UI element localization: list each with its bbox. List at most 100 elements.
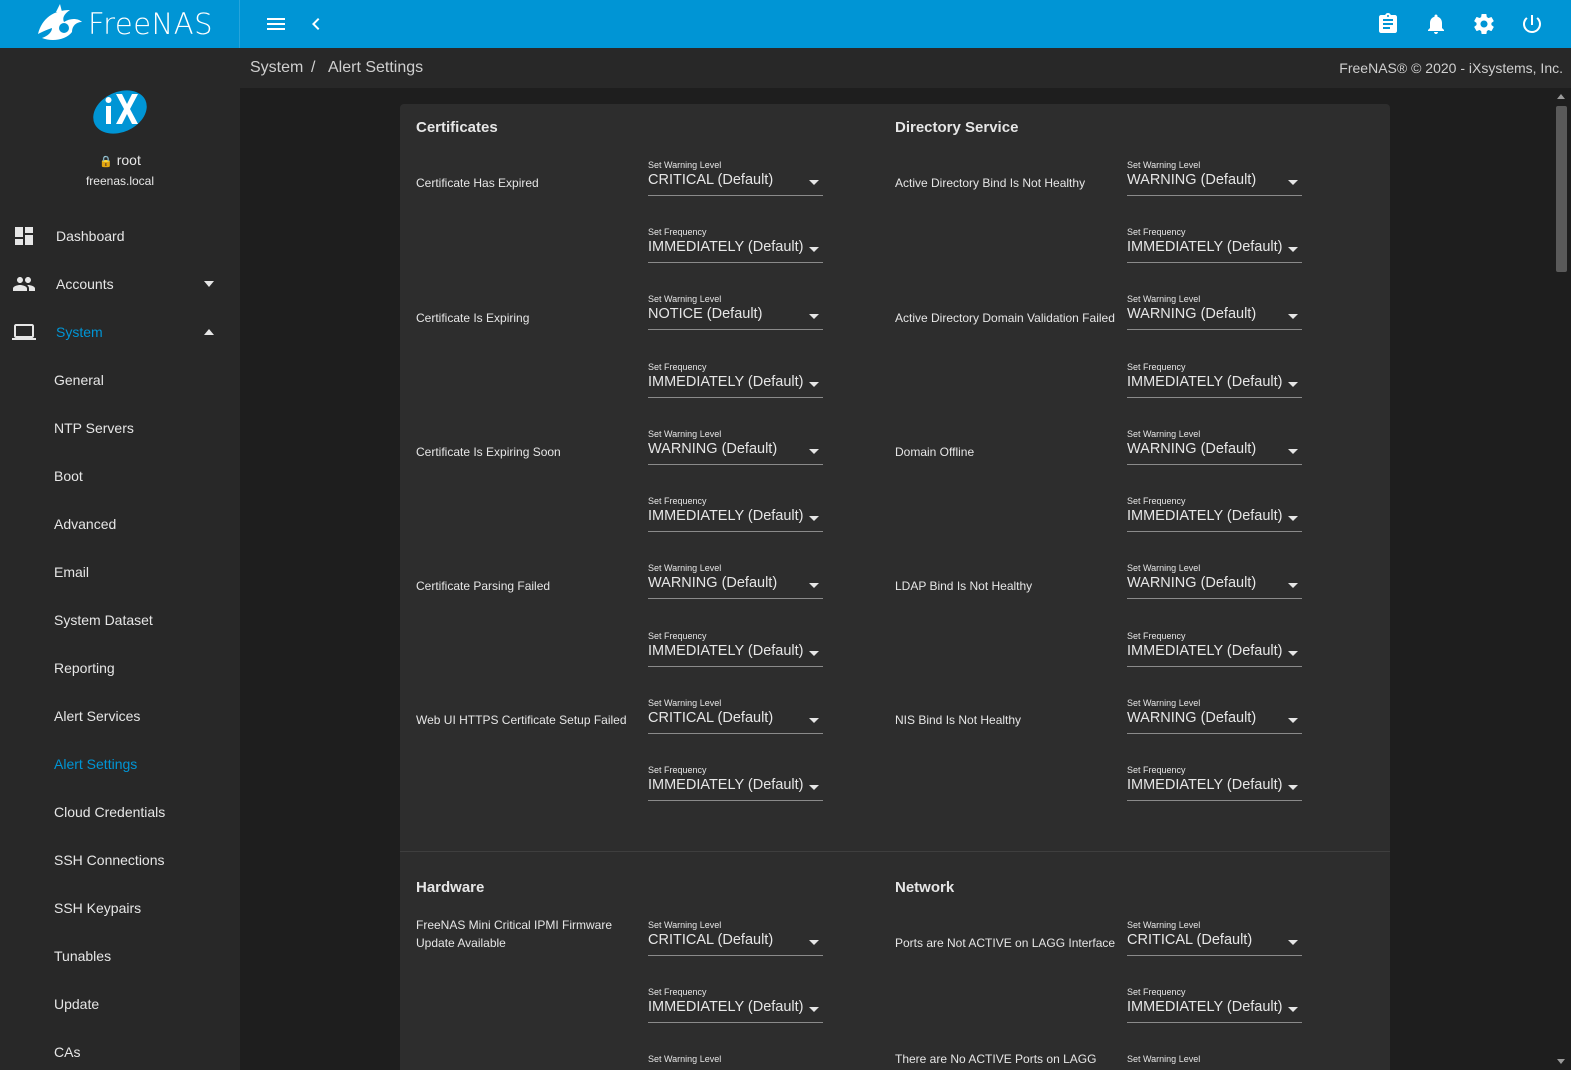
warning-level-select[interactable]: Set Warning Level WARNING (Default) xyxy=(1127,429,1302,469)
field-label: Set Frequency xyxy=(1127,362,1186,372)
warning-level-select[interactable]: Set Warning Level WARNING (Default) xyxy=(1127,698,1302,738)
dropdown-arrow-icon xyxy=(1288,651,1298,656)
field-label: Set Frequency xyxy=(1127,496,1186,506)
frequency-select[interactable]: Set Frequency IMMEDIATELY (Default) xyxy=(1127,227,1302,267)
dropdown-arrow-icon xyxy=(809,583,819,588)
field-value: IMMEDIATELY (Default) xyxy=(1127,508,1283,524)
field-underline xyxy=(1127,195,1302,196)
field-value: CRITICAL (Default) xyxy=(648,932,774,948)
dropdown-arrow-icon xyxy=(1288,449,1298,454)
field-value: IMMEDIATELY (Default) xyxy=(1127,239,1283,255)
field-underline xyxy=(1127,598,1302,599)
section-title-certificates: Certificates xyxy=(416,119,498,136)
field-label: Set Warning Level xyxy=(648,920,722,930)
field-underline xyxy=(1127,800,1302,801)
sidebar-subitem-alert-settings[interactable]: Alert Settings xyxy=(0,740,240,788)
lock-icon: 🔒 xyxy=(99,156,113,168)
brand[interactable]: FreeNAS xyxy=(0,0,240,48)
alert-name: Domain Offline xyxy=(895,445,975,459)
field-label: Set Warning Level xyxy=(648,160,722,170)
profile-username: 🔒 root xyxy=(0,152,240,168)
sidebar-subitem-tunables[interactable]: Tunables xyxy=(0,932,240,980)
task-manager-button[interactable] xyxy=(1376,12,1400,36)
settings-button[interactable] xyxy=(1472,12,1496,36)
dropdown-arrow-icon xyxy=(1288,785,1298,790)
field-value: WARNING (Default) xyxy=(648,575,778,591)
dropdown-arrow-icon xyxy=(1288,940,1298,945)
sidebar-subitem-cloud-credentials[interactable]: Cloud Credentials xyxy=(0,788,240,836)
field-value: WARNING (Default) xyxy=(1127,172,1257,188)
frequency-select[interactable]: Set Frequency IMMEDIATELY (Default) xyxy=(1127,987,1302,1027)
sidebar-subitem-boot[interactable]: Boot xyxy=(0,452,240,500)
field-value: IMMEDIATELY (Default) xyxy=(648,508,804,524)
frequency-select[interactable]: Set Frequency IMMEDIATELY (Default) xyxy=(1127,362,1302,402)
field-underline xyxy=(648,1022,823,1023)
sidebar-item-system[interactable]: System xyxy=(0,308,240,356)
sidebar-subitem-general[interactable]: General xyxy=(0,356,240,404)
section-title-network: Network xyxy=(895,879,955,896)
sidebar-subitem-email[interactable]: Email xyxy=(0,548,240,596)
frequency-select[interactable]: Set Frequency IMMEDIATELY (Default) xyxy=(648,496,823,536)
field-value: WARNING (Default) xyxy=(648,441,778,457)
frequency-select[interactable]: Set Frequency IMMEDIATELY (Default) xyxy=(648,362,823,402)
scroll-up-arrow-icon[interactable] xyxy=(1557,94,1565,99)
field-value: CRITICAL (Default) xyxy=(648,172,774,188)
sidebar-subitem-alert-services[interactable]: Alert Services xyxy=(0,692,240,740)
sidebar-item-accounts[interactable]: Accounts xyxy=(0,260,240,308)
dropdown-arrow-icon xyxy=(1288,583,1298,588)
sidebar-subitem-ssh-keypairs[interactable]: SSH Keypairs xyxy=(0,884,240,932)
sidebar-subitem-ssh-connections[interactable]: SSH Connections xyxy=(0,836,240,884)
alerts-button[interactable] xyxy=(1424,12,1448,36)
field-value: IMMEDIATELY (Default) xyxy=(1127,999,1283,1015)
field-label: Set Frequency xyxy=(648,987,707,997)
bell-icon xyxy=(1428,14,1444,34)
warning-level-select[interactable]: Set Warning Level WARNING (Default) xyxy=(648,563,823,603)
field-underline xyxy=(648,195,823,196)
frequency-select[interactable]: Set Frequency IMMEDIATELY (Default) xyxy=(648,765,823,805)
power-button[interactable] xyxy=(1520,12,1544,36)
frequency-select[interactable]: Set Frequency IMMEDIATELY (Default) xyxy=(648,631,823,671)
back-chevron-icon xyxy=(312,18,320,30)
warning-level-select[interactable]: Set Warning Level CRITICAL (Default) xyxy=(648,920,823,960)
field-underline xyxy=(648,397,823,398)
field-label: Set Frequency xyxy=(648,496,707,506)
sidebar-subitem-system-dataset[interactable]: System Dataset xyxy=(0,596,240,644)
sidebar-item-dashboard[interactable]: Dashboard xyxy=(0,212,240,260)
collapse-sidebar-button[interactable] xyxy=(304,12,328,36)
sidebar-subitem-ntp-servers[interactable]: NTP Servers xyxy=(0,404,240,452)
frequency-select[interactable]: Set Frequency IMMEDIATELY (Default) xyxy=(1127,496,1302,536)
field-underline xyxy=(1127,531,1302,532)
sidebar-subitem-cas[interactable]: CAs xyxy=(0,1028,240,1070)
frequency-select[interactable]: Set Frequency IMMEDIATELY (Default) xyxy=(1127,765,1302,805)
warning-level-select[interactable]: Set Warning Level WARNING (Default) xyxy=(1127,563,1302,603)
field-underline xyxy=(648,329,823,330)
warning-level-select[interactable]: Set Warning Level NOTICE (Default) xyxy=(648,294,823,334)
frequency-select[interactable]: Set Frequency IMMEDIATELY (Default) xyxy=(648,987,823,1027)
dropdown-arrow-icon xyxy=(809,718,819,723)
dropdown-arrow-icon xyxy=(1288,1007,1298,1012)
scroll-thumb[interactable] xyxy=(1556,106,1567,272)
warning-level-select[interactable]: Set Warning Level xyxy=(1127,1054,1302,1070)
alert-name: Certificate Parsing Failed xyxy=(416,579,551,593)
frequency-select[interactable]: Set Frequency IMMEDIATELY (Default) xyxy=(648,227,823,267)
sidebar-subitem-reporting[interactable]: Reporting xyxy=(0,644,240,692)
field-underline xyxy=(648,598,823,599)
clipboard-icon xyxy=(1379,13,1397,33)
warning-level-select[interactable]: Set Warning Level CRITICAL (Default) xyxy=(648,160,823,200)
sidebar-subitem-update[interactable]: Update xyxy=(0,980,240,1028)
dropdown-arrow-icon xyxy=(809,247,819,252)
warning-level-select[interactable]: Set Warning Level WARNING (Default) xyxy=(648,429,823,469)
warning-level-select[interactable]: Set Warning Level CRITICAL (Default) xyxy=(1127,920,1302,960)
warning-level-select[interactable]: Set Warning Level WARNING (Default) xyxy=(1127,160,1302,200)
scroll-down-arrow-icon[interactable] xyxy=(1557,1059,1565,1064)
page-scrollbar[interactable] xyxy=(1552,88,1571,1070)
frequency-select[interactable]: Set Frequency IMMEDIATELY (Default) xyxy=(1127,631,1302,671)
menu-toggle-button[interactable] xyxy=(264,12,288,36)
field-underline xyxy=(1127,666,1302,667)
breadcrumb-parent[interactable]: System xyxy=(250,59,303,77)
sidebar-subitem-advanced[interactable]: Advanced xyxy=(0,500,240,548)
field-underline xyxy=(648,800,823,801)
warning-level-select[interactable]: Set Warning Level xyxy=(648,1054,823,1070)
warning-level-select[interactable]: Set Warning Level CRITICAL (Default) xyxy=(648,698,823,738)
warning-level-select[interactable]: Set Warning Level WARNING (Default) xyxy=(1127,294,1302,334)
